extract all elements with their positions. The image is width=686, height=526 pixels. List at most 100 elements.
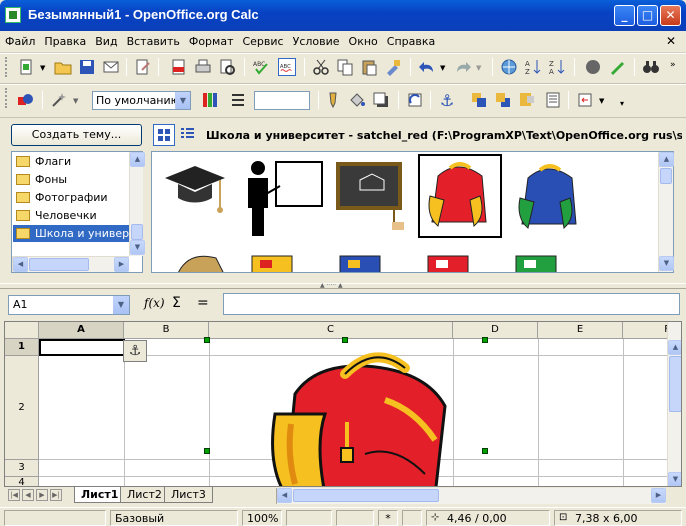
function-wizard-icon[interactable]: f(x) [144, 296, 165, 310]
formula-input[interactable] [223, 293, 680, 315]
redo-dropdown-icon[interactable]: ▼ [476, 64, 481, 72]
status-zoom[interactable]: 100% [242, 510, 282, 526]
row-header-1[interactable]: 1 [5, 339, 39, 356]
status-selection-mode[interactable] [336, 510, 374, 526]
bring-to-front-icon[interactable] [470, 91, 488, 109]
status-insert-mode[interactable] [286, 510, 332, 526]
gallery-items[interactable] [151, 151, 674, 273]
chevron-down-icon[interactable]: ▼ [113, 296, 129, 314]
graduation-cap-item[interactable] [160, 158, 230, 234]
status-page-style[interactable]: Базовый [110, 510, 238, 526]
line-icon[interactable] [324, 91, 342, 109]
last-sheet-icon[interactable]: ▶| [50, 489, 62, 501]
email-icon[interactable] [102, 58, 120, 76]
theme-item-photos[interactable]: Фотографии [13, 189, 129, 206]
prev-sheet-icon[interactable]: ◀ [22, 489, 34, 501]
menu-view[interactable]: Вид [90, 31, 121, 48]
chevron-down-icon[interactable]: ▼ [175, 92, 190, 109]
scroll-right-icon[interactable]: ▶ [651, 488, 666, 503]
copy-icon[interactable] [336, 58, 354, 76]
splitter-grip-icon[interactable]: ▲ ····· ▲ [320, 282, 343, 289]
menu-tools[interactable]: Сервис [237, 31, 287, 48]
theme-list[interactable]: Флаги Фоны Фотографии Человечки Школа и … [11, 151, 145, 273]
insert-chart-icon[interactable] [584, 58, 602, 76]
redo-icon[interactable] [454, 58, 472, 76]
scroll-up-icon[interactable]: ▲ [130, 152, 145, 167]
undo-icon[interactable] [418, 58, 436, 76]
blackboard-item[interactable] [332, 156, 412, 236]
detail-view-button[interactable] [177, 124, 199, 146]
effects-icon[interactable] [50, 91, 68, 109]
theme-item-flags[interactable]: Флаги [13, 153, 129, 170]
sort-descending-icon[interactable]: ZA [548, 58, 566, 76]
book-red-item[interactable] [424, 250, 474, 273]
send-backward-icon[interactable] [518, 91, 536, 109]
scroll-thumb[interactable] [293, 489, 439, 502]
menu-window[interactable]: Окно [344, 31, 382, 48]
scroll-thumb[interactable] [131, 224, 143, 240]
equals-icon[interactable]: = [197, 295, 209, 311]
toolbar-grip[interactable] [5, 88, 8, 108]
theme-list-vscroll[interactable]: ▲ ▼ [129, 152, 145, 256]
sheet-tab-1[interactable]: Лист1 [74, 487, 126, 503]
resize-handle[interactable] [482, 337, 488, 343]
menu-file[interactable]: Файл [0, 31, 39, 48]
gallery-vscroll[interactable]: ▲ ▼ [658, 152, 674, 272]
save-icon[interactable] [78, 58, 96, 76]
select-all-corner[interactable] [5, 322, 39, 339]
autospellcheck-icon[interactable]: ABC [278, 58, 296, 76]
menu-insert[interactable]: Вставить [122, 31, 184, 48]
theme-item-school[interactable]: Школа и универси [13, 225, 129, 242]
resize-handle[interactable] [204, 448, 210, 454]
calc-app-icon[interactable] [5, 7, 21, 23]
icon-view-button[interactable] [153, 124, 175, 146]
sum-icon[interactable]: Σ [172, 295, 181, 311]
edit-file-icon[interactable] [134, 58, 152, 76]
spreadsheet-grid[interactable]: A B C D E F 1 2 3 4 ⚓ ▲ ▼ [4, 321, 682, 487]
scroll-left-icon[interactable]: ◀ [277, 488, 292, 503]
resize-handle[interactable] [204, 337, 210, 343]
rotate-icon[interactable] [406, 91, 424, 109]
cell-cursor-a1[interactable] [39, 339, 125, 356]
row-header-2[interactable]: 2 [5, 356, 39, 460]
new-document-icon[interactable] [18, 58, 36, 76]
shapes-icon[interactable] [16, 91, 34, 109]
theme-list-hscroll[interactable]: ◀ ▶ [12, 256, 129, 272]
scroll-left-icon[interactable]: ◀ [13, 257, 28, 272]
new-dropdown-icon[interactable]: ▼ [40, 64, 45, 72]
menu-edit[interactable]: Правка [39, 31, 90, 48]
resize-handle[interactable] [342, 337, 348, 343]
sheet-tab-2[interactable]: Лист2 [120, 487, 169, 503]
column-header-e[interactable]: E [538, 322, 623, 339]
maximize-button[interactable]: □ [637, 5, 658, 26]
close-document-icon[interactable]: ✕ [666, 34, 676, 48]
alignment-dropdown-icon[interactable]: ▼ [599, 97, 604, 105]
menu-data[interactable]: Условие [288, 31, 344, 48]
row-header-3[interactable]: 3 [5, 460, 39, 477]
bring-forward-icon[interactable] [494, 91, 512, 109]
sheet-tab-3[interactable]: Лист3 [164, 487, 213, 503]
sort-ascending-icon[interactable]: AZ [524, 58, 542, 76]
close-button[interactable]: ✕ [660, 5, 681, 26]
toolbar-grip[interactable] [5, 57, 8, 77]
column-header-d[interactable]: D [453, 322, 538, 339]
scroll-down-icon[interactable]: ▼ [668, 472, 681, 486]
line-width-icon[interactable] [229, 91, 247, 109]
book-blue-item[interactable] [336, 250, 386, 273]
next-sheet-icon[interactable]: ▶ [36, 489, 48, 501]
scroll-thumb[interactable] [29, 258, 89, 271]
effects-dropdown-icon[interactable]: ▼ [73, 97, 78, 105]
name-box[interactable]: A1 ▼ [8, 295, 130, 315]
page-preview-icon[interactable] [218, 58, 236, 76]
minimize-button[interactable]: _ [614, 5, 635, 26]
line-width-spin[interactable] [254, 91, 310, 110]
book-yellow-item[interactable] [248, 250, 298, 273]
export-pdf-icon[interactable] [170, 58, 188, 76]
show-draw-functions-icon[interactable] [608, 58, 626, 76]
alignment-icon[interactable] [576, 91, 594, 109]
create-theme-button[interactable]: Создать тему... [11, 124, 142, 146]
menu-help[interactable]: Справка [382, 31, 439, 48]
status-signature[interactable] [402, 510, 422, 526]
print-icon[interactable] [194, 58, 212, 76]
satchel-blue-item[interactable] [510, 158, 590, 238]
